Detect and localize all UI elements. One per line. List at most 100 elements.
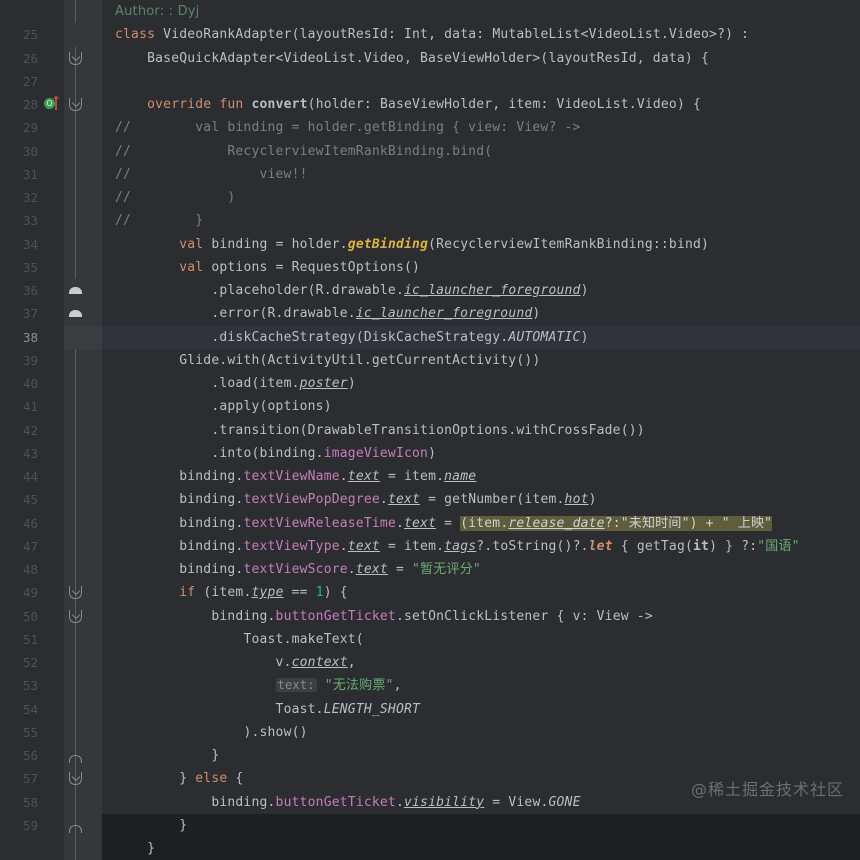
fold-column[interactable]: [64, 395, 90, 419]
fold-column[interactable]: [64, 46, 90, 70]
fold-column[interactable]: [64, 348, 90, 372]
fold-region-collapsed-icon[interactable]: [69, 310, 82, 318]
code-line[interactable]: 33 // }: [0, 209, 860, 233]
fold-region-end-icon[interactable]: [69, 755, 82, 763]
fold-column[interactable]: [64, 279, 90, 303]
fold-column[interactable]: [64, 511, 90, 535]
gutter-marker[interactable]: [42, 813, 64, 837]
code-line[interactable]: 55 ).show(): [0, 720, 860, 744]
gutter-marker[interactable]: [42, 581, 64, 605]
fold-column[interactable]: [64, 232, 90, 256]
gutter-marker[interactable]: [42, 465, 64, 489]
gutter-marker[interactable]: [42, 790, 64, 814]
overriding-method-icon[interactable]: O: [44, 98, 55, 109]
code-line[interactable]: 36 .placeholder(R.drawable.ic_launcher_f…: [0, 279, 860, 303]
gutter-marker[interactable]: [42, 209, 64, 233]
fold-column[interactable]: [64, 69, 90, 93]
gutter-marker[interactable]: [42, 348, 64, 372]
code-line[interactable]: 27: [0, 69, 860, 93]
gutter-marker[interactable]: [42, 674, 64, 698]
code-line[interactable]: 37 .error(R.drawable.ic_launcher_foregro…: [0, 302, 860, 326]
gutter-marker[interactable]: [42, 488, 64, 512]
fold-column[interactable]: [64, 790, 90, 814]
fold-column[interactable]: [64, 534, 90, 558]
fold-column[interactable]: [64, 255, 90, 279]
fold-column[interactable]: [64, 93, 90, 117]
fold-column[interactable]: [64, 720, 90, 744]
gutter-marker[interactable]: [42, 767, 64, 791]
code-line[interactable]: 44 binding.textViewName.text = item.name: [0, 465, 860, 489]
fold-region-expanded-icon[interactable]: [69, 609, 82, 623]
code-line[interactable]: 28 O override fun convert(holder: BaseVi…: [0, 93, 860, 117]
gutter-marker[interactable]: [42, 116, 64, 140]
fold-column[interactable]: [64, 209, 90, 233]
fold-column[interactable]: [64, 744, 90, 768]
code-line[interactable]: 29 // val binding = holder.getBinding { …: [0, 116, 860, 140]
gutter-marker[interactable]: [42, 604, 64, 628]
gutter-marker[interactable]: [42, 69, 64, 93]
gutter-marker[interactable]: [42, 232, 64, 256]
code-line[interactable]: }: [0, 837, 860, 860]
gutter-marker[interactable]: [42, 255, 64, 279]
gutter-marker[interactable]: [42, 651, 64, 675]
fold-column[interactable]: [64, 186, 90, 210]
gutter-marker[interactable]: [42, 511, 64, 535]
code-line[interactable]: 53 text: "无法购票",: [0, 674, 860, 698]
fold-region-collapsed-icon[interactable]: [69, 287, 82, 294]
fold-column[interactable]: [64, 325, 90, 349]
code-line[interactable]: 34 val binding = holder.getBinding(Recyc…: [0, 232, 860, 256]
code-line[interactable]: 59 }: [0, 813, 860, 837]
fold-region-expanded-icon[interactable]: [69, 586, 82, 600]
gutter-marker[interactable]: [42, 720, 64, 744]
code-line[interactable]: 26 BaseQuickAdapter<VideoList.Video, Bas…: [0, 46, 860, 70]
gutter-marker[interactable]: [42, 697, 64, 721]
fold-column[interactable]: [64, 418, 90, 442]
gutter-marker[interactable]: [42, 23, 64, 47]
fold-region-expanded-icon[interactable]: [69, 772, 82, 786]
code-line[interactable]: 30 // RecyclerviewItemRankBinding.bind(: [0, 139, 860, 163]
fold-column[interactable]: [64, 581, 90, 605]
code-line[interactable]: 50 binding.buttonGetTicket.setOnClickLis…: [0, 604, 860, 628]
code-line[interactable]: 52 v.context,: [0, 651, 860, 675]
fold-region-expanded-icon[interactable]: [69, 98, 82, 111]
fold-column[interactable]: [64, 767, 90, 791]
inline-parameter-hint[interactable]: text:: [275, 678, 317, 693]
fold-column[interactable]: [64, 0, 90, 24]
fold-column[interactable]: [64, 604, 90, 628]
code-line[interactable]: 25 class VideoRankAdapter(layoutResId: I…: [0, 23, 860, 47]
fold-column[interactable]: [64, 162, 90, 186]
code-line[interactable]: 43 .into(binding.imageViewIcon): [0, 441, 860, 465]
selected-text[interactable]: (item.release_date?:"未知时间") + " 上映": [460, 515, 773, 531]
code-line[interactable]: 42 .transition(DrawableTransitionOptions…: [0, 418, 860, 442]
code-line[interactable]: 47 binding.textViewType.text = item.tags…: [0, 534, 860, 558]
code-line[interactable]: 39 Glide.with(ActivityUtil.getCurrentAct…: [0, 348, 860, 372]
code-line[interactable]: 31 // view!!: [0, 162, 860, 186]
code-line[interactable]: 40 .load(item.poster): [0, 372, 860, 396]
gutter-marker[interactable]: [42, 302, 64, 326]
code-line[interactable]: Author: : Dyj: [0, 0, 860, 24]
code-line[interactable]: 32 // ): [0, 186, 860, 210]
code-line[interactable]: 35 val options = RequestOptions(): [0, 255, 860, 279]
fold-column[interactable]: [64, 372, 90, 396]
gutter-marker[interactable]: [42, 46, 64, 70]
fold-column[interactable]: [64, 116, 90, 140]
code-line[interactable]: 41 .apply(options): [0, 395, 860, 419]
fold-region-end-icon[interactable]: [69, 824, 82, 833]
fold-region-expanded-icon[interactable]: [69, 51, 82, 65]
fold-column[interactable]: [64, 488, 90, 512]
fold-column[interactable]: [64, 302, 90, 326]
gutter-marker[interactable]: [42, 418, 64, 442]
gutter-marker[interactable]: [42, 441, 64, 465]
gutter-marker[interactable]: [42, 534, 64, 558]
code-line[interactable]: 49 if (item.type == 1) {: [0, 581, 860, 605]
fold-column[interactable]: [64, 651, 90, 675]
fold-column[interactable]: [64, 441, 90, 465]
gutter-marker[interactable]: [42, 325, 64, 349]
code-line[interactable]: 45 binding.textViewPopDegree.text = getN…: [0, 488, 860, 512]
fold-column[interactable]: [64, 558, 90, 582]
gutter-marker[interactable]: [42, 279, 64, 303]
gutter-marker[interactable]: [42, 395, 64, 419]
gutter-marker[interactable]: [42, 837, 64, 860]
fold-column[interactable]: [64, 139, 90, 163]
code-line[interactable]: 46 binding.textViewReleaseTime.text = (i…: [0, 511, 860, 535]
